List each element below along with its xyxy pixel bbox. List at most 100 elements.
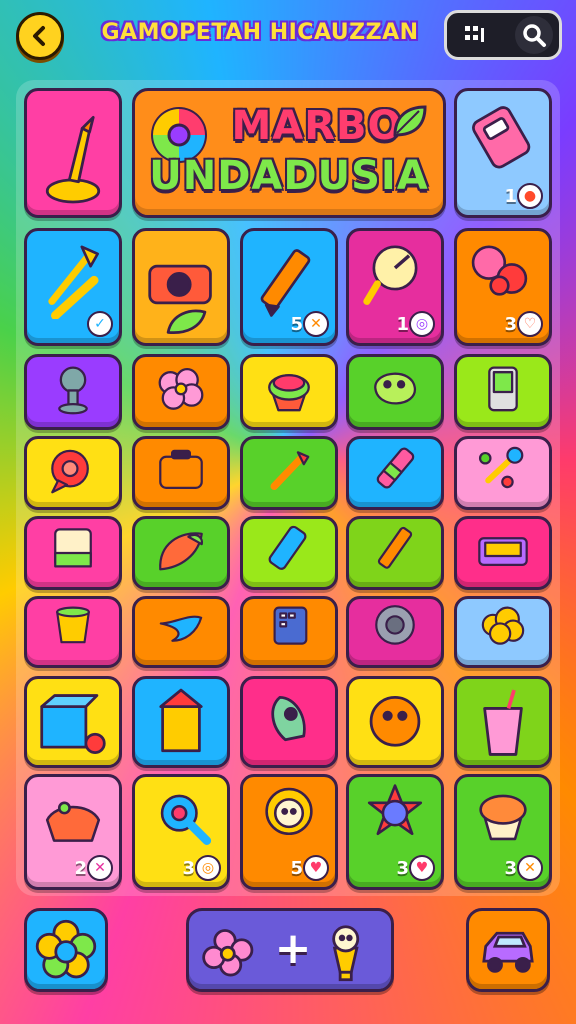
star-ball-icon [367,784,423,836]
suitcase-icon [159,449,203,489]
tile-cupcake[interactable] [240,354,338,430]
tile-count: 3 [182,858,195,879]
berries-icon [471,245,528,296]
back-button[interactable] [16,12,64,60]
keypad-icon [273,606,308,645]
tile-berries[interactable]: 3 ♡ [454,228,552,346]
tile-cup[interactable] [24,596,122,668]
tile-robot[interactable] [24,354,122,430]
drink-icon [483,689,523,756]
tile-count: 1 [396,314,409,335]
tile-molecule[interactable] [454,436,552,510]
tile-marker[interactable] [346,436,444,510]
tile-badge-icon: ◎ [195,855,221,881]
tile-keypad[interactable] [240,596,338,668]
muffin-icon [479,794,527,841]
tile-blob[interactable] [346,354,444,430]
pencil-icon [260,249,311,317]
tile-camera[interactable] [132,228,230,346]
tile-count: 3 [504,858,517,879]
tile-count: 5 [290,314,303,335]
tile-drink[interactable] [454,676,552,768]
banner-line-2: UNDADUSIA [149,153,429,199]
search-button[interactable] [515,16,553,54]
tile-badge-icon: ✕ [303,311,329,337]
bug-icon [369,696,421,747]
sunflower-icon [265,787,313,836]
tile-pin[interactable] [24,436,122,510]
tile-count: 2 [74,858,87,879]
tile-star-ball[interactable]: 3 ♥ [346,774,444,890]
tile-count: 5 [290,858,303,879]
tile-suitcase[interactable] [132,436,230,510]
tile-crayon[interactable] [346,516,444,590]
flower-button[interactable] [24,908,108,992]
tile-badge-icon: ♥ [409,855,435,881]
tile-muffin[interactable]: 3 ✕ [454,774,552,890]
tile-jar[interactable] [24,516,122,590]
box-icon [478,537,528,566]
pin-icon [51,449,89,494]
tile-bug[interactable] [346,676,444,768]
molecule-icon [478,446,524,489]
jar-icon [54,528,92,568]
tile-compass[interactable]: 1 ◎ [346,228,444,346]
brush-stand-icon [45,115,101,204]
tool-group [444,10,562,60]
top-bar: GAMOPETAH HICAUZZAN [0,0,576,76]
tile-phone[interactable] [454,354,552,430]
title-banner: MARBO UNDADUSIA [132,88,446,218]
tile-magnifier[interactable]: 3 ◎ [132,774,230,890]
tile-brush-stand[interactable] [24,88,122,218]
tile-basket[interactable]: 2 ✕ [24,774,122,890]
robot-icon [58,366,88,415]
tile-tools[interactable]: ✓ [24,228,122,346]
tile-badge-icon: ♥ [303,855,329,881]
tile-cube[interactable] [24,676,122,768]
chevron-left-icon [33,26,45,46]
tile-badge-icon: ✓ [87,311,113,337]
tile-badge-icon: ♡ [517,311,543,337]
tile-leaf[interactable] [132,516,230,590]
cupcake-icon [268,374,310,412]
crayon-icon [377,526,413,569]
leaf-icon [393,105,427,137]
tile-count: 3 [504,314,517,335]
camera-icon [148,264,212,334]
marker-icon [376,447,415,489]
tile-box[interactable] [454,516,552,590]
tile-cloud-face[interactable] [454,596,552,668]
rocket-icon [271,696,306,742]
car-button[interactable] [466,908,550,992]
tile-pencil[interactable]: 5 ✕ [240,228,338,346]
tile-wand[interactable] [240,436,338,510]
flower-icon [158,368,204,410]
tile-sunflower[interactable]: 5 ♥ [240,774,338,890]
tile-flower[interactable] [132,354,230,430]
tools-icon [48,245,99,319]
leaf-icon [159,532,203,571]
tile-badge-icon: ◎ [409,311,435,337]
grid-button[interactable] [453,16,497,54]
bottom-bar: + [0,900,576,1024]
tile-building[interactable] [132,676,230,768]
tile-rocket[interactable] [240,676,338,768]
tile-count: 1 [504,186,517,207]
phone-icon [488,366,518,412]
battery-icon [268,525,307,570]
wand-icon [270,451,310,491]
combine-slot[interactable]: + [186,908,394,992]
tile-badge-icon: ● [517,183,543,209]
grid-icon [465,26,484,42]
swirl-icon [159,615,203,642]
page-title: GAMOPETAH HICAUZZAN [101,20,419,45]
magnifier-icon [160,794,212,845]
gear-icon [375,605,415,645]
tile-badge-icon: ✕ [87,855,113,881]
tile-swirl[interactable] [132,596,230,668]
tile-battery[interactable] [240,516,338,590]
tile-count: 3 [396,858,409,879]
tile-remote[interactable]: 1 ● [454,88,552,218]
tile-gear[interactable] [346,596,444,668]
building-icon [159,688,203,753]
